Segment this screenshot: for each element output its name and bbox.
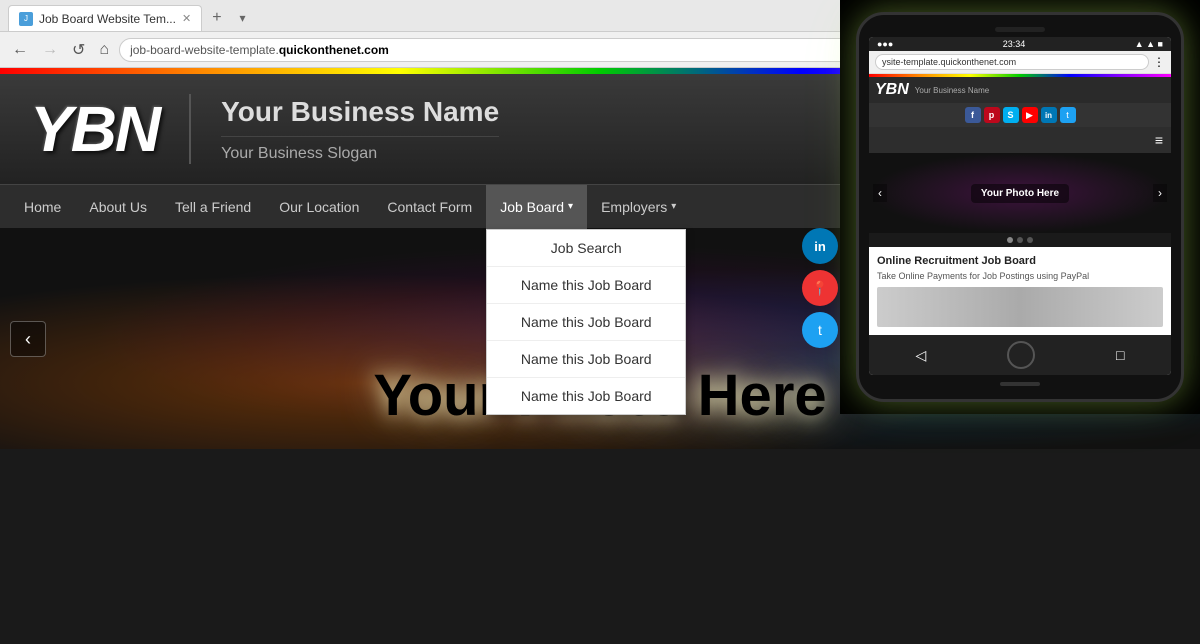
phone-overview-btn[interactable]: □ bbox=[1116, 347, 1124, 363]
nav-item-about[interactable]: About Us bbox=[75, 185, 161, 229]
phone-social-yt[interactable]: ▶ bbox=[1022, 107, 1038, 123]
right-social-twitter[interactable]: t bbox=[802, 312, 838, 348]
nav-item-jobboard-wrapper: Job Board ▾ Job Search Name this Job Boa… bbox=[486, 185, 587, 229]
logo-divider bbox=[189, 94, 191, 164]
right-social-icons: in 📍 t bbox=[802, 228, 838, 348]
header-text: Your Business Name Your Business Slogan bbox=[221, 95, 499, 164]
phone-social-in[interactable]: in bbox=[1041, 107, 1057, 123]
nav-refresh-btn[interactable]: ↺ bbox=[68, 38, 89, 62]
phone-home-btn[interactable] bbox=[1007, 341, 1035, 369]
nav-employers-caret: ▾ bbox=[671, 201, 676, 212]
nav-item-home[interactable]: Home bbox=[10, 185, 75, 229]
nav-jobboard-caret: ▾ bbox=[568, 201, 573, 212]
phone-hero-text: Your Photo Here bbox=[971, 184, 1069, 203]
nav-forward-btn[interactable]: → bbox=[38, 39, 62, 61]
tab-title: Job Board Website Tem... bbox=[39, 12, 176, 26]
phone-nav-bar: ≡ bbox=[869, 127, 1171, 153]
nav-home-btn[interactable]: ⌂ bbox=[95, 39, 113, 61]
phone-hero-prev[interactable]: ‹ bbox=[873, 184, 887, 202]
business-name: Your Business Name bbox=[221, 95, 499, 129]
jobboard-dropdown: Job Search Name this Job Board Name this… bbox=[486, 229, 686, 415]
phone-status-bar: ●●● 23:34 ▲ ▲ ■ bbox=[869, 37, 1171, 51]
mobile-preview-panel: View on Mobile Phone ●●● 23:34 ▲ ▲ ■ ysi… bbox=[840, 0, 1200, 414]
nav-item-tell[interactable]: Tell a Friend bbox=[161, 185, 265, 229]
business-slogan: Your Business Slogan bbox=[221, 136, 499, 163]
phone-dot-3 bbox=[1027, 237, 1033, 243]
dropdown-item-2[interactable]: Name this Job Board bbox=[487, 304, 685, 341]
phone-dot-1 bbox=[1007, 237, 1013, 243]
dropdown-item-1[interactable]: Name this Job Board bbox=[487, 267, 685, 304]
phone-social-s[interactable]: S bbox=[1003, 107, 1019, 123]
hero-prev-btn[interactable]: ‹ bbox=[10, 321, 46, 357]
nav-back-btn[interactable]: ← bbox=[8, 39, 32, 61]
phone-carousel-dots bbox=[869, 233, 1171, 247]
phone-hero-next[interactable]: › bbox=[1153, 184, 1167, 202]
phone-logo: YBN bbox=[875, 81, 909, 99]
dropdown-item-3[interactable]: Name this Job Board bbox=[487, 341, 685, 378]
phone-url[interactable]: ysite-template.quickonthenet.com bbox=[875, 54, 1149, 70]
phone-social-f[interactable]: f bbox=[965, 107, 981, 123]
nav-jobboard-label: Job Board bbox=[500, 199, 564, 215]
address-text: job-board-website-template. bbox=[130, 43, 279, 57]
phone-section-text: Take Online Payments for Job Postings us… bbox=[877, 271, 1163, 281]
nav-item-employers[interactable]: Employers ▾ bbox=[587, 185, 690, 229]
phone-content: Online Recruitment Job Board Take Online… bbox=[869, 247, 1171, 335]
phone-bottom-bar: ◁ □ bbox=[869, 335, 1171, 375]
phone-business: Your Business Name bbox=[915, 86, 989, 95]
phone-menu-btn[interactable]: ⋮ bbox=[1153, 55, 1165, 69]
phone-dot-2 bbox=[1017, 237, 1023, 243]
dropdown-item-search[interactable]: Job Search bbox=[487, 230, 685, 267]
site-logo: YBN bbox=[30, 97, 159, 161]
tab-close-icon[interactable]: ✕ bbox=[182, 12, 191, 25]
phone-screen: ●●● 23:34 ▲ ▲ ■ ysite-template.quickonth… bbox=[869, 37, 1171, 375]
dropdown-item-4[interactable]: Name this Job Board bbox=[487, 378, 685, 414]
tab-favicon: J bbox=[19, 12, 33, 26]
phone-site-header: YBN Your Business Name bbox=[869, 77, 1171, 103]
nav-item-location[interactable]: Our Location bbox=[265, 185, 373, 229]
nav-employers-label: Employers bbox=[601, 199, 667, 215]
address-domain-text: quickonthenet.com bbox=[279, 43, 389, 57]
nav-item-jobboard[interactable]: Job Board ▾ bbox=[486, 185, 587, 229]
tab-dropdown-btn[interactable]: ▾ bbox=[232, 5, 254, 31]
phone-hero: ‹ Your Photo Here › bbox=[869, 153, 1171, 233]
browser-tab[interactable]: J Job Board Website Tem... ✕ bbox=[8, 5, 202, 31]
phone-top bbox=[869, 25, 1171, 33]
phone-social-p[interactable]: p bbox=[984, 107, 1000, 123]
phone-bottom bbox=[869, 379, 1171, 389]
right-social-maps[interactable]: 📍 bbox=[802, 270, 838, 306]
phone-section-title: Online Recruitment Job Board bbox=[877, 255, 1163, 267]
nav-item-contact[interactable]: Contact Form bbox=[373, 185, 486, 229]
phone-social-tw[interactable]: t bbox=[1060, 107, 1076, 123]
new-tab-btn[interactable]: + bbox=[204, 5, 229, 31]
phone-social-bar: f p S ▶ in t bbox=[869, 103, 1171, 127]
phone-browser-bar: ysite-template.quickonthenet.com ⋮ bbox=[869, 51, 1171, 74]
site-wrapper: YBN Your Business Name Your Business Slo… bbox=[0, 68, 1200, 449]
right-social-linkedin[interactable]: in bbox=[802, 228, 838, 264]
phone-device: ●●● 23:34 ▲ ▲ ■ ysite-template.quickonth… bbox=[856, 12, 1184, 402]
phone-back-btn[interactable]: ◁ bbox=[915, 347, 926, 364]
phone-hamburger-icon[interactable]: ≡ bbox=[1155, 132, 1163, 148]
phone-img-placeholder bbox=[877, 287, 1163, 327]
